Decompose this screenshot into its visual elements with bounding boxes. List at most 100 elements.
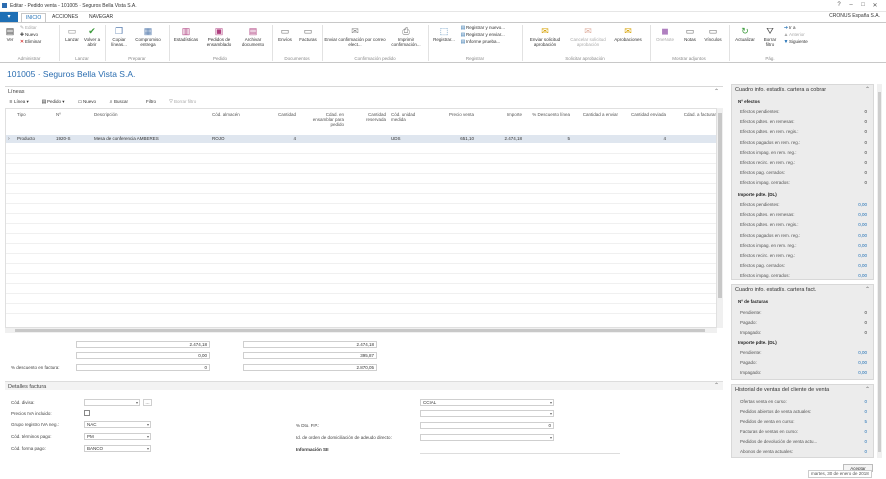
factbox-row-value[interactable]: 0,00 (858, 370, 867, 375)
aprobaciones-button[interactable]: ✉ Aprobaciones (610, 26, 646, 42)
compromiso-entrega-button[interactable]: ▦ Compromiso entrega (131, 26, 165, 47)
col-header-unidad-medida[interactable]: Cód. unidad medida (391, 112, 431, 122)
factbox-row-value[interactable]: 0 (864, 399, 867, 404)
cancelar-solicitud-button[interactable]: ✉ Cancelar solicitud aprobación (566, 26, 610, 47)
precios-iva-checkbox[interactable] (84, 410, 90, 416)
factbox-row-value[interactable]: 0,00 (858, 243, 867, 248)
col-header-no[interactable]: Nº (56, 112, 86, 117)
minimize-icon[interactable]: – (846, 2, 856, 8)
borrar-filtro-button[interactable]: ⛛Borrar filtro (168, 99, 196, 105)
lines-horizontal-scrollbar[interactable] (5, 328, 717, 333)
col-header-cdad-facturar[interactable]: Cdad. a facturar (668, 112, 716, 117)
col-header-importe[interactable]: Importe (484, 112, 522, 117)
factbox-row-value[interactable]: 0,00 (858, 350, 867, 355)
factbox-title[interactable]: Historial de ventas del cliente de venta (735, 387, 829, 393)
collapse-icon[interactable]: ⌃ (865, 386, 870, 393)
col-header-tipo[interactable]: Tipo (17, 112, 47, 117)
siguiente-button[interactable]: ▼Siguiente (783, 39, 808, 45)
invoice-discount-field[interactable]: 0 (76, 364, 210, 371)
divisa-select[interactable]: ▾ (84, 399, 140, 406)
factbox-scrollbar[interactable] (877, 84, 882, 458)
scrollbar-thumb[interactable] (15, 329, 705, 332)
col-header-descripcion[interactable]: Descripción (94, 112, 154, 117)
notas-button[interactable]: ▭ Notas (679, 26, 701, 42)
registrar-nuevo-button[interactable]: ▤Registrar y nuevo... (460, 25, 505, 31)
factbox-title[interactable]: Cuadro info. estadís. cartera a cobrar (735, 87, 826, 93)
borrar-filtro-ribbon-button[interactable]: ⛛ Borrar filtro (759, 26, 781, 47)
collapse-icon[interactable]: ⌃ (865, 286, 870, 293)
factbox-title[interactable]: Cuadro info. estadís. cartera fact. (735, 287, 816, 293)
factbox-row-value[interactable]: 5 (864, 419, 867, 424)
vinculos-button[interactable]: ▭ Vínculos (701, 26, 725, 42)
anterior-button[interactable]: ▲Anterior (783, 32, 805, 38)
file-menu-button[interactable]: ▾ (0, 12, 18, 22)
col-header-cantidad-enviada[interactable]: Cantidad enviada (620, 112, 666, 117)
enviar-confirmacion-button[interactable]: ✉ Enviar confirmación por correo elect... (324, 26, 386, 47)
editar-button[interactable]: ✎Editar (19, 25, 37, 31)
tab-acciones[interactable]: ACCIONES (48, 13, 82, 22)
registrar-button[interactable]: ⬚ Registrar... (430, 26, 458, 42)
col-header-almacen[interactable]: Cód. almacén (212, 112, 248, 117)
col-header-cantidad[interactable]: Cantidad (258, 112, 296, 117)
forma-pago-select[interactable]: BANCO ▾ (84, 445, 151, 452)
extra-select[interactable]: ▾ (420, 410, 554, 417)
factbox-row-value[interactable]: 0 (864, 409, 867, 414)
filtro-button[interactable]: Filtro (146, 99, 156, 105)
collapse-icon[interactable]: ⌃ (714, 88, 719, 95)
ver-button[interactable]: ▤ Ver (3, 26, 17, 42)
buscar-button[interactable]: ⌕ Buscar (108, 99, 128, 105)
divisa-assist-button[interactable]: … (143, 399, 152, 406)
lines-section-header[interactable]: Líneas ⌃ (5, 86, 723, 96)
cell-descripcion[interactable]: Mesa de conferencia AMBERES (94, 136, 159, 141)
tab-navegar[interactable]: NAVEGAR (85, 13, 117, 22)
col-header-cdad-ensamblar[interactable]: Cdad. en ensamblar para pedido (304, 112, 344, 127)
estadisticas-button[interactable]: ▥ Estadísticas (171, 26, 201, 42)
terminos-pago-select[interactable]: PM ▾ (84, 433, 151, 440)
scrollbar-thumb[interactable] (878, 92, 881, 452)
ir-a-button[interactable]: ➔Ir a (783, 25, 796, 31)
factbox-row-value[interactable]: 0,00 (858, 263, 867, 268)
dto-pp-field[interactable]: 0 (420, 422, 554, 429)
cell-tipo[interactable]: Producto (17, 136, 35, 141)
archivar-documento-button[interactable]: ▤ Archivar documento (237, 26, 269, 47)
lanzar-button[interactable]: ▭ Lanzar (62, 26, 82, 42)
cell-descuento[interactable]: 5 (528, 136, 570, 141)
cell-almacen[interactable]: ROJO (212, 136, 225, 141)
help-icon[interactable]: ? (834, 2, 844, 8)
facturas-button[interactable]: ▭ Facturas (296, 26, 320, 42)
cell-importe[interactable]: 2.474,18 (484, 136, 522, 141)
linea-menu-button[interactable]: ≡ Línea ▾ (8, 99, 29, 105)
grupo-iva-select[interactable]: NAC ▾ (84, 421, 151, 428)
factbox-row-value[interactable]: 0,00 (858, 202, 867, 207)
actualizar-button[interactable]: ↻ Actualizar (731, 26, 759, 42)
scrollbar-thumb[interactable] (718, 113, 722, 298)
lines-vertical-scrollbar[interactable] (717, 108, 723, 328)
close-icon[interactable]: ✕ (870, 2, 880, 9)
registrar-enviar-button[interactable]: ▤Registrar y enviar... (460, 32, 505, 38)
col-header-cantidad-reservada[interactable]: Cantidad reservada (350, 112, 386, 122)
factbox-row-value[interactable]: 0,00 (858, 273, 867, 278)
cell-precio[interactable]: 651,10 (438, 136, 474, 141)
informe-prueba-button[interactable]: ▤Informe prueba... (460, 39, 501, 45)
collapse-icon[interactable]: ⌃ (714, 382, 719, 389)
eliminar-button[interactable]: ✕Eliminar (19, 39, 41, 45)
cell-cantidad[interactable]: 4 (258, 136, 296, 141)
factbox-row-value[interactable]: 0,00 (858, 233, 867, 238)
factbox-row-value[interactable]: 0,00 (858, 222, 867, 227)
ccial-select[interactable]: CCIAL ▾ (420, 399, 554, 406)
factbox-row-value[interactable]: 0 (864, 449, 867, 454)
nuevo-line-button[interactable]: ▭Nuevo (77, 99, 96, 105)
enviar-solicitud-button[interactable]: ✉ Enviar solicitud aprobación (524, 26, 566, 47)
col-header-descuento[interactable]: % Descuento línea (528, 112, 570, 117)
cell-unidad[interactable]: UDS (391, 136, 401, 141)
domiciliacion-select[interactable]: ▾ (420, 434, 554, 441)
volver-abrir-button[interactable]: ✔ Volver a abrir (82, 26, 102, 47)
factbox-row-value[interactable]: 0 (864, 429, 867, 434)
copiar-lineas-button[interactable]: ❐ Copiar líneas... (107, 26, 131, 47)
imprimir-confirmacion-button[interactable]: ⎙ Imprimir confirmación... (386, 26, 426, 47)
onenote-button[interactable]: ◼ OneNote (652, 26, 678, 42)
pedidos-ensamblado-button[interactable]: ▣ Pedidos de ensamblado (201, 26, 237, 47)
cell-cdad-facturar[interactable]: 4 (620, 136, 666, 141)
factbox-row-value[interactable]: 0,00 (858, 253, 867, 258)
factbox-row-value[interactable]: 0,00 (858, 212, 867, 217)
